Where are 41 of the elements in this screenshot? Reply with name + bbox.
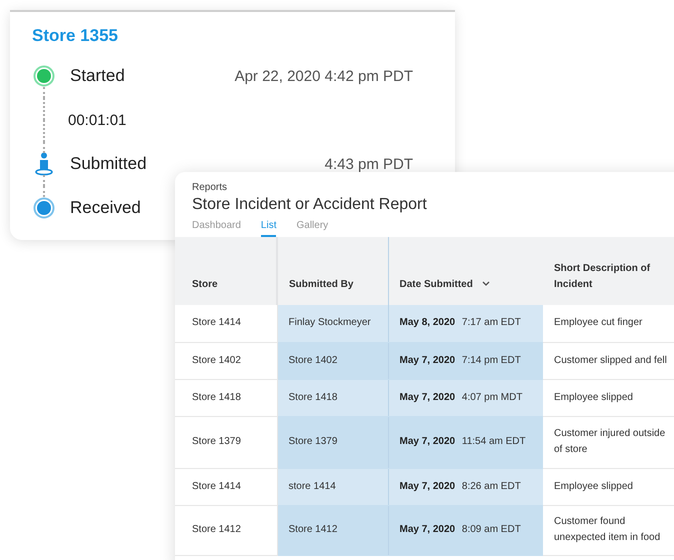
table-cell: May 7, 2020 11:54 am EDT <box>388 416 543 468</box>
table-cell: Customer found unexpected item in food <box>543 505 674 555</box>
status-dot-icon <box>33 65 55 87</box>
table-cell: Employee slipped <box>543 379 674 416</box>
table-cell: Store 1379 <box>277 416 388 468</box>
step-time: Apr 22, 2020 4:42 pm PDT <box>234 68 413 84</box>
column-header[interactable]: Store <box>175 237 277 305</box>
column-header[interactable]: Short Description of Incident <box>543 237 674 305</box>
column-header[interactable]: Submitted By <box>277 237 388 305</box>
table-cell: Finlay Stockmeyer <box>277 305 388 342</box>
status-dot-icon <box>33 197 55 219</box>
caret-icon <box>482 281 490 288</box>
table-cell: Store 1412 <box>175 505 277 555</box>
table-cell: Employee cut finger <box>543 305 674 342</box>
person-icon <box>34 152 54 176</box>
table-cell: May 7, 2020 4:07 pm MDT <box>388 379 543 416</box>
step-label: Started <box>70 66 125 86</box>
table-cell: Store 1414 <box>175 468 277 505</box>
table-cell: May 7, 2020 8:09 am EDT <box>388 505 543 555</box>
table-cell: May 7, 2020 7:14 pm EDT <box>388 342 543 379</box>
step-time: 4:43 pm PDT <box>324 156 413 172</box>
step-label: Received <box>70 198 141 218</box>
card-title: Store 1355 <box>32 26 119 46</box>
table-cell: Store 1412 <box>277 505 388 555</box>
table-cell: Store 1414 <box>175 305 277 342</box>
table-cell: Store 1402 <box>175 342 277 379</box>
breadcrumb: Reports <box>192 182 228 193</box>
table-cell: Store 1418 <box>277 379 388 416</box>
table-cell: store 1414 <box>277 468 388 505</box>
step-label: Submitted <box>70 154 147 174</box>
table-cell: May 7, 2020 8:26 am EDT <box>388 468 543 505</box>
table-cell: Store 1402 <box>277 342 388 379</box>
table-cell: Store 1379 <box>175 416 277 468</box>
table-cell: Store 1418 <box>175 379 277 416</box>
table-cell: Employee slipped <box>543 468 674 505</box>
duration-text: 00:01:01 <box>68 112 126 128</box>
report-title: Store Incident or Accident Report <box>192 196 428 214</box>
column-header[interactable]: Date Submitted <box>388 237 543 305</box>
table-cell: Customer injured outside of store <box>543 416 674 468</box>
table-cell: May 8, 2020 7:17 am EDT <box>388 305 543 342</box>
table-cell: Customer slipped and fell <box>543 342 674 379</box>
